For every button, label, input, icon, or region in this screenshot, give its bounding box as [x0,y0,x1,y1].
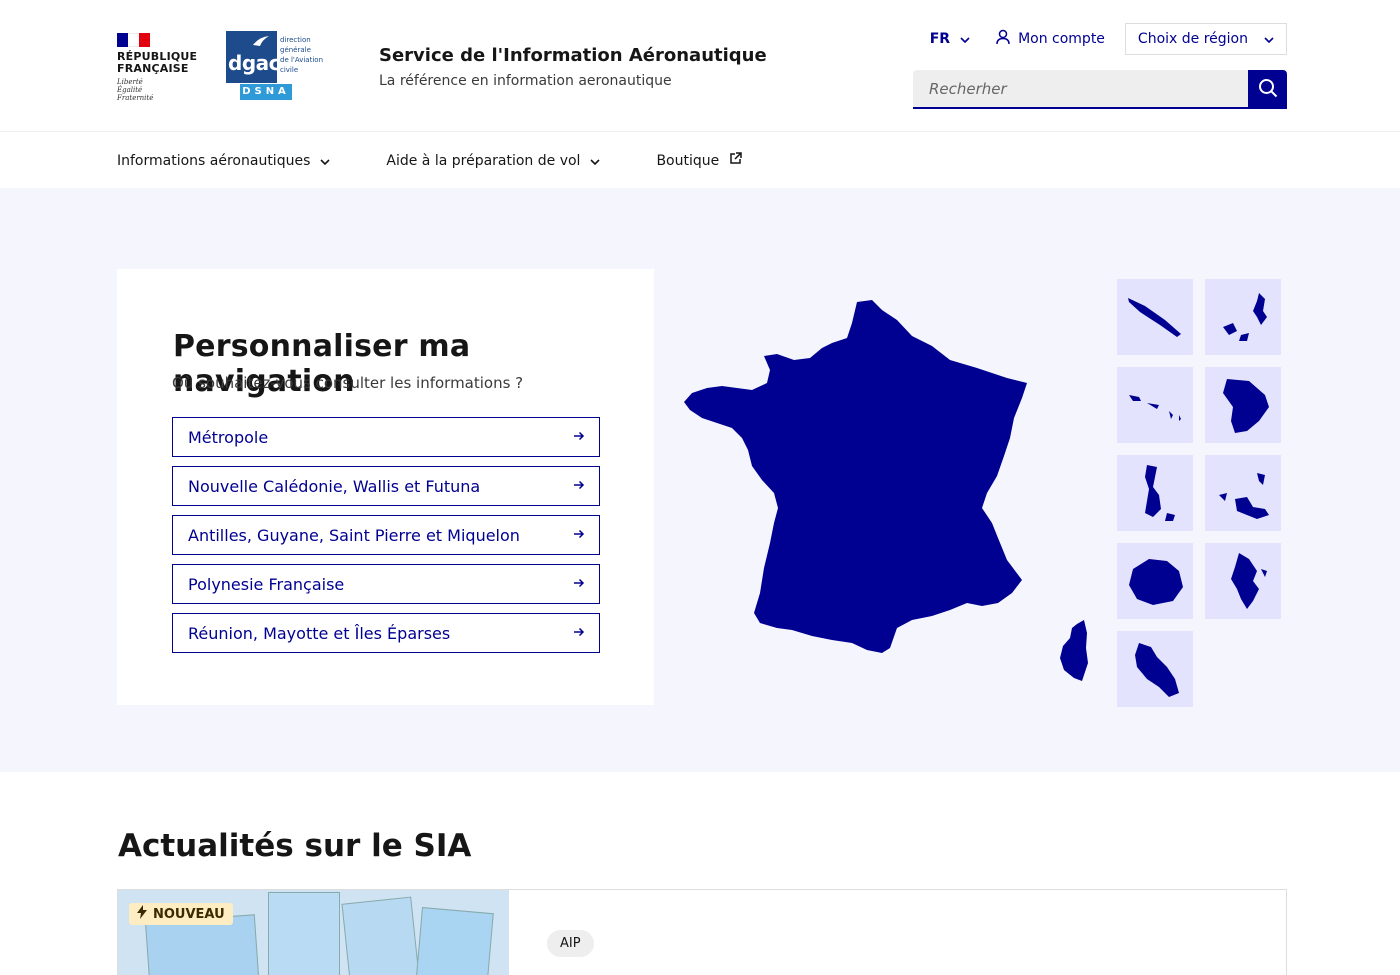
user-icon [996,29,1010,49]
new-badge-label: NOUVEAU [153,906,225,922]
republic-motto: Liberté Égalité Fraternité [117,78,197,102]
doc-thumbnail [341,896,421,975]
arrow-right-icon [573,576,585,592]
personalize-section: Personnaliser ma navigation Où souhaitez… [0,188,1400,772]
guyane-icon [1223,379,1269,433]
account-label: Mon compte [1018,31,1105,47]
dsna-label: DSNA [240,84,292,100]
region-choice-label: Choix de région [1137,31,1248,47]
search-button[interactable] [1248,70,1287,109]
motto-egalite: Égalité [117,86,143,94]
chevron-down-icon [590,153,601,169]
language-label: FR [929,31,951,47]
thumb-mayotte[interactable] [1205,543,1281,619]
news-card[interactable]: NOUVEAU AIP [117,889,1287,975]
dgac-wordmark: dgac [228,51,280,75]
nav-item-label: Boutique [656,152,720,169]
region-label: Métropole [188,427,269,447]
region-label: Nouvelle Calédonie, Wallis et Futuna [188,476,481,496]
region-link-polynesie[interactable]: Polynesie Française [172,564,600,604]
dgac-side-text: direction générale de l'Aviation civile [280,35,323,75]
motto-liberte: Liberté [117,78,143,86]
dgac-logo-box: dgac [226,31,280,83]
external-link-icon [729,152,742,169]
republique-francaise-logo[interactable]: RÉPUBLIQUE FRANÇAISE Liberté Égalité Fra… [117,33,197,102]
metropole-map-shape [684,300,1027,653]
new-badge: NOUVEAU [129,903,233,925]
dgac-logo[interactable]: dgac direction générale de l'Aviation ci… [226,31,326,101]
region-list: Métropole Nouvelle Calédonie, Wallis et … [172,417,600,662]
thumb-guyane[interactable] [1205,367,1281,443]
dgac-side-line: direction [280,36,311,44]
doc-thumbnail [268,892,340,975]
thumb-saint-pierre-miquelon[interactable] [1117,455,1193,531]
wallis-futuna-icon [1223,293,1267,341]
bird-icon [252,35,270,51]
panel-subtitle: Où souhaitez-vous consulter les informat… [172,374,524,392]
polynesie-icon [1219,473,1269,519]
arrow-right-icon [573,429,585,445]
region-label: Antilles, Guyane, Saint Pierre et Miquel… [188,525,520,545]
thumb-antilles[interactable] [1117,367,1193,443]
news-card-image: NOUVEAU [118,890,509,975]
search-bar [913,70,1287,109]
region-link-reunion-mayotte[interactable]: Réunion, Mayotte et Îles Éparses [172,613,600,653]
chevron-down-icon [960,31,970,47]
thumb-reunion[interactable] [1117,543,1193,619]
site-header: RÉPUBLIQUE FRANÇAISE Liberté Égalité Fra… [0,0,1400,132]
region-selection-panel: Personnaliser ma navigation Où souhaitez… [117,269,654,705]
thumb-wallis-futuna[interactable] [1205,279,1281,355]
region-label: Réunion, Mayotte et Îles Éparses [188,623,451,643]
account-link[interactable]: Mon compte [980,23,1115,55]
main-navigation: Informations aéronautiques Aide à la pré… [0,133,1400,188]
thumb-polynesie[interactable] [1205,455,1281,531]
nav-item-label: Aide à la préparation de vol [386,152,581,169]
martinique-icon [1135,643,1179,697]
arrow-right-icon [573,527,585,543]
thumb-martinique[interactable] [1117,631,1193,707]
nav-item-boutique[interactable]: Boutique [656,152,742,169]
dgac-side-line: générale [280,46,311,54]
chevron-down-icon [320,153,330,169]
region-link-nouvelle-caledonie[interactable]: Nouvelle Calédonie, Wallis et Futuna [172,466,600,506]
arrow-right-icon [573,625,585,641]
arrow-right-icon [573,478,585,494]
category-tag[interactable]: AIP [547,930,594,957]
antilles-icon [1129,395,1181,421]
lightning-icon [137,905,147,923]
region-link-metropole[interactable]: Métropole [172,417,600,457]
mayotte-icon [1231,553,1267,609]
news-section-title: Actualités sur le SIA [118,828,472,864]
france-map[interactable] [682,298,1092,688]
region-choice-button[interactable]: Choix de région [1124,23,1287,55]
corsica-map-shape [1060,620,1088,681]
nav-item-informations[interactable]: Informations aéronautiques [117,153,330,169]
motto-fraternite: Fraternité [117,94,154,102]
region-link-antilles-guyane[interactable]: Antilles, Guyane, Saint Pierre et Miquel… [172,515,600,555]
search-input[interactable] [913,70,1248,109]
thumb-nouvelle-caledonie[interactable] [1117,279,1193,355]
dgac-side-line: de l'Aviation [280,56,324,64]
republic-name-line2: FRANÇAISE [117,62,189,75]
nav-item-preparation-vol[interactable]: Aide à la préparation de vol [386,152,601,169]
dgac-side-line: civile [280,66,299,74]
nav-item-label: Informations aéronautiques [117,152,311,169]
doc-thumbnail [414,907,494,975]
saint-pierre-miquelon-icon [1145,465,1175,521]
region-label: Polynesie Française [188,574,345,594]
chevron-down-icon [1264,31,1274,47]
search-icon [1258,78,1278,102]
header-tools: FR Mon compte Choix de région [920,23,1287,55]
french-flag-icon [117,33,150,47]
nouvelle-caledonie-icon [1128,298,1181,337]
reunion-icon [1129,559,1183,605]
site-title[interactable]: Service de l'Information Aéronautique [379,45,767,66]
language-selector[interactable]: FR [920,25,980,53]
site-tagline: La référence en information aeronautique [379,73,672,89]
